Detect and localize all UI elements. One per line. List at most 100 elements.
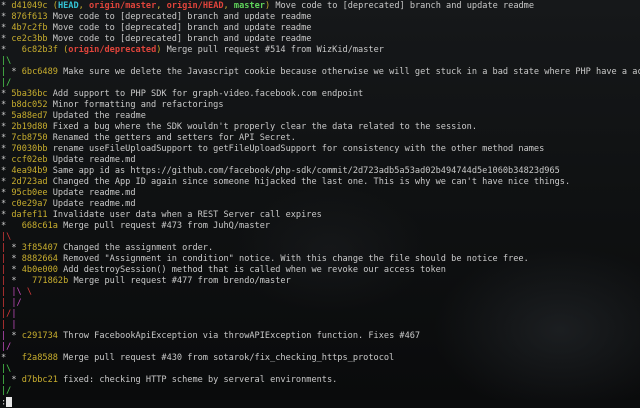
log-line: * b8dc052 Minor formatting and refactori… (1, 100, 640, 111)
log-line: * f2a8588 Merge pull request #430 from s… (1, 353, 640, 364)
log-line: * dafef11 Invalidate user data when a RE… (1, 210, 640, 221)
graph-node: * (1, 210, 12, 220)
commit-hash: 6c82b3f (21, 45, 58, 55)
log-text: Changed the App ID again since someone h… (47, 177, 571, 187)
graph-node: * (1, 188, 12, 198)
log-line: * 95cb0ee Update readme.md (1, 188, 640, 199)
graph-edge: |/ (1, 342, 12, 352)
log-text: Merge pull request #514 from WizKid/mast… (161, 45, 384, 55)
log-line: * 4ea94b9 Same app id as https://github.… (1, 166, 640, 177)
log-line: | |/ (1, 298, 640, 309)
log-line: |\ (1, 232, 640, 243)
log-text: Updated the readme (47, 111, 146, 121)
graph-edge: | (1, 287, 12, 297)
graph-edge: | (11, 320, 17, 330)
log-line: * 5ba36bc Add support to PHP SDK for gra… (1, 89, 640, 100)
graph-node: * (11, 331, 22, 341)
log-text: Same app id as https://github.com/facebo… (47, 166, 560, 176)
graph-edge: | (1, 331, 12, 341)
graph-node: * (1, 166, 12, 176)
graph-node: * (11, 276, 33, 286)
commit-hash: , (223, 1, 234, 11)
terminal-cursor (6, 397, 13, 407)
log-line: * 4b7c2fb Move code to [deprecated] bran… (1, 23, 640, 34)
log-line: * ce2c3bb Move code to [deprecated] bran… (1, 34, 640, 45)
log-text: Changed the assignment order. (57, 243, 214, 253)
graph-node: * (1, 89, 12, 99)
commit-hash: f2a8588 (21, 353, 58, 363)
log-line: | * 6bc6489 Make sure we delete the Java… (1, 67, 640, 78)
log-line: | * 3f85407 Changed the assignment order… (1, 243, 640, 254)
graph-edge: | (1, 320, 12, 330)
ref-label: origin/HEAD (166, 1, 224, 11)
log-line: |\ (1, 56, 640, 67)
commit-hash: 95cb0ee (11, 188, 48, 198)
graph-node: * (1, 34, 12, 44)
commit-hash: 7cb8750 (11, 133, 48, 143)
graph-node: * (1, 177, 12, 187)
graph-edge: | (1, 265, 12, 275)
commit-hash: 4b0e000 (21, 265, 58, 275)
commit-hash: 876f613 (11, 12, 48, 22)
terminal-window[interactable]: * d41049c (HEAD, origin/master, origin/H… (0, 0, 640, 408)
log-line: |/ (1, 342, 640, 353)
log-line: | | (1, 320, 640, 331)
log-line: * 7cb8750 Renamed the getters and setter… (1, 133, 640, 144)
log-line: * 5a88ed7 Updated the readme (1, 111, 640, 122)
commit-hash: d7bbc21 (21, 375, 58, 385)
graph-edge: |/ (11, 298, 22, 308)
log-text: Merge pull request #477 from brendo/mast… (68, 276, 291, 286)
log-text: Throw FacebookApiException via throwAPIE… (57, 331, 421, 341)
log-line: * c0e29a7 Update readme.md (1, 199, 640, 210)
graph-node: * (1, 155, 12, 165)
log-line: * 2d723ad Changed the App ID again since… (1, 177, 640, 188)
commit-hash: 668c61a (21, 221, 58, 231)
commit-hash: 2b19d80 (11, 122, 48, 132)
graph-edge: | (1, 276, 12, 286)
log-line: * d41049c (HEAD, origin/master, origin/H… (1, 1, 640, 12)
commit-hash: 8882664 (21, 254, 58, 264)
graph-edge: |/ (1, 386, 12, 396)
commit-hash: d41049c (11, 1, 48, 11)
graph-node: * (11, 243, 22, 253)
log-line: |/ (1, 78, 640, 89)
log-line: * 876f613 Move code to [deprecated] bran… (1, 12, 640, 23)
graph-edge: \ (21, 287, 33, 297)
commit-hash: 2d723ad (11, 177, 48, 187)
commit-hash: 5ba36bc (11, 89, 48, 99)
graph-node: * (1, 1, 12, 11)
graph-node: * (11, 265, 22, 275)
graph-node: * (1, 12, 12, 22)
graph-node: * (1, 100, 12, 110)
commit-hash: ( (47, 1, 58, 11)
graph-edge: | (1, 298, 12, 308)
commit-hash: 4ea94b9 (11, 166, 48, 176)
ref-label: origin/deprecated (68, 45, 157, 55)
graph-edge: |\ (1, 56, 12, 66)
commit-hash: ce2c3bb (11, 34, 48, 44)
log-line: | * 771862b Merge pull request #477 from… (1, 276, 640, 287)
log-text: Merge pull request #473 from JuhQ/master (57, 221, 271, 231)
graph-node: * (1, 23, 12, 33)
ref-label: HEAD (57, 1, 79, 11)
graph-edge: |\ (1, 364, 12, 374)
log-line: | * 4b0e000 Add destroySession() method … (1, 265, 640, 276)
graph-node: * (1, 111, 12, 121)
log-text: Add support to PHP SDK for graph-video.f… (47, 89, 364, 99)
log-line: * 2b19d80 Fixed a bug where the SDK woul… (1, 122, 640, 133)
graph-node: * (1, 133, 12, 143)
log-text: Move code to [deprecated] branch and upd… (47, 23, 312, 33)
commit-hash: 3f85407 (21, 243, 58, 253)
graph-node: * (1, 144, 12, 154)
commit-hash: 70030bb (11, 144, 48, 154)
log-line: | |\ \ (1, 287, 640, 298)
graph-edge: | (1, 254, 12, 264)
log-text: Make sure we delete the Javascript cooki… (57, 67, 640, 77)
log-text: Update readme.md (47, 199, 136, 209)
commit-hash: 5a88ed7 (11, 111, 48, 121)
graph-edge: | (1, 67, 12, 77)
graph-node: * (1, 353, 22, 363)
log-text: Renamed the getters and setters for API … (47, 133, 296, 143)
graph-edge: | (1, 375, 12, 385)
log-text: Invalidate user data when a REST Server … (47, 210, 322, 220)
